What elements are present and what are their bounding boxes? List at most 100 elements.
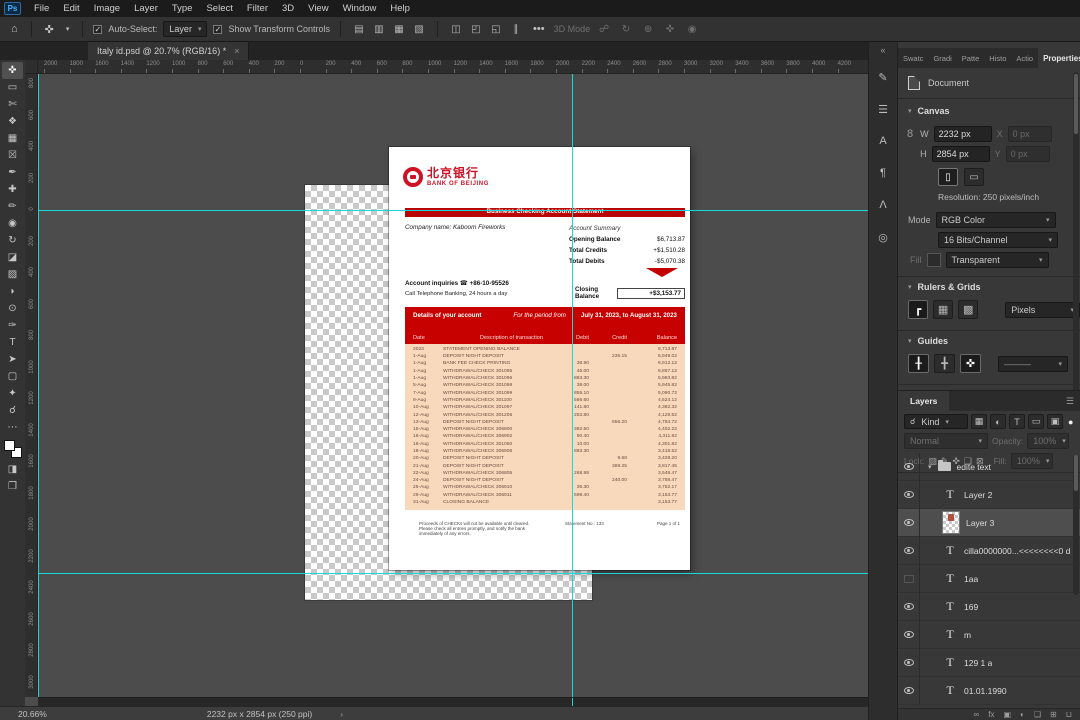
3d-pan-icon[interactable]: ⊕ bbox=[640, 24, 656, 35]
menu-item[interactable]: 3D bbox=[275, 0, 301, 17]
guide-vertical-right[interactable] bbox=[572, 74, 573, 697]
guide-horizontal-top[interactable] bbox=[38, 210, 868, 211]
layer-thumbnail[interactable] bbox=[942, 511, 960, 534]
tool-preset-caret-icon[interactable]: ▾ bbox=[63, 25, 73, 33]
filter-shape-layers-icon[interactable]: ▭ bbox=[1028, 414, 1044, 429]
distribute-bottom-edges-icon[interactable]: ◱ bbox=[488, 24, 504, 35]
3d-roll-icon[interactable]: ↻ bbox=[618, 24, 634, 35]
layer-filter-dropdown[interactable]: ☌ Kind ▾ bbox=[904, 414, 968, 429]
crop-tool[interactable]: ▦ bbox=[2, 130, 23, 147]
layer-row[interactable]: ▾ edite text bbox=[898, 453, 1080, 481]
layer-row[interactable]: Layer 3 bbox=[898, 508, 1080, 537]
clear-guides-icon[interactable]: ✜ bbox=[960, 354, 981, 373]
menu-item[interactable]: View bbox=[301, 0, 335, 17]
collapsed-panel-character-icon[interactable]: A bbox=[872, 131, 894, 151]
layer-row[interactable]: T 129 1 a bbox=[898, 648, 1080, 677]
guide-vertical-left[interactable] bbox=[38, 74, 39, 697]
document-viewport[interactable]: 北京银行 BANK OF BEIJING Business Checking A… bbox=[38, 74, 868, 697]
guides-section-header[interactable]: ▾ Guides bbox=[898, 336, 1080, 346]
panel-tab-properties[interactable]: Properties bbox=[1038, 48, 1080, 68]
lock-guides-icon[interactable]: ╋ bbox=[934, 354, 955, 373]
portrait-orientation-button[interactable]: ▯ bbox=[938, 168, 958, 186]
eye-icon[interactable] bbox=[903, 463, 914, 470]
foreground-background-swatches[interactable] bbox=[3, 440, 22, 458]
canvas-width-field[interactable] bbox=[933, 126, 992, 142]
pen-tool[interactable]: ✑ bbox=[2, 317, 23, 334]
move-tool-icon[interactable]: ✜ bbox=[42, 23, 57, 36]
fill-swatch[interactable] bbox=[926, 253, 941, 267]
menu-item[interactable]: Window bbox=[336, 0, 384, 17]
menu-item[interactable]: Image bbox=[87, 0, 127, 17]
color-mode-dropdown[interactable]: RGB Color ▾ bbox=[935, 212, 1056, 228]
object-selection-tool[interactable]: ❖ bbox=[2, 113, 23, 130]
3d-orbit-icon[interactable]: ☍ bbox=[596, 24, 612, 35]
link-layers-icon[interactable]: ∞ bbox=[974, 710, 980, 719]
layer-name[interactable]: 129 1 a bbox=[964, 658, 992, 668]
type-tool[interactable]: T bbox=[2, 334, 23, 351]
layer-row[interactable]: Tcilla0000000...<<<<<<<<0 d bbox=[898, 536, 1080, 565]
layer-visibility-toggle[interactable] bbox=[898, 564, 920, 593]
layer-name[interactable]: 01.01.1990 bbox=[964, 686, 1007, 696]
ruler-toggle-icon[interactable]: ┏ bbox=[908, 300, 929, 319]
layer-visibility-toggle[interactable] bbox=[898, 676, 920, 705]
auto-select-checkbox[interactable]: ✓ bbox=[93, 24, 103, 34]
gradient-tool[interactable]: ▨ bbox=[2, 266, 23, 283]
blur-tool[interactable]: ◗ bbox=[2, 283, 23, 300]
filter-smart-objects-icon[interactable]: ▣ bbox=[1047, 414, 1063, 429]
quick-mask-icon[interactable]: ◨ bbox=[2, 461, 23, 478]
layer-name[interactable]: cilla0000000...<<<<<<<<0 d bbox=[964, 546, 1070, 556]
menu-item[interactable]: Type bbox=[165, 0, 200, 17]
canvas-height-field[interactable] bbox=[931, 146, 990, 162]
layer-effects-icon[interactable]: fx bbox=[988, 710, 994, 719]
layer-row[interactable]: T 01.01.1990 bbox=[898, 676, 1080, 705]
layer-visibility-toggle[interactable] bbox=[898, 620, 920, 649]
properties-scrollbar[interactable] bbox=[1073, 72, 1079, 408]
eraser-tool[interactable]: ◪ bbox=[2, 249, 23, 266]
new-layer-icon[interactable]: ⊞ bbox=[1050, 710, 1057, 719]
healing-brush-tool[interactable]: ✚ bbox=[2, 181, 23, 198]
eyedropper-tool[interactable]: ✒ bbox=[2, 164, 23, 181]
delete-layer-icon[interactable]: ⊔ bbox=[1066, 710, 1072, 719]
layer-row[interactable]: T 169 bbox=[898, 592, 1080, 621]
menu-item[interactable]: Edit bbox=[56, 0, 86, 17]
lasso-tool[interactable]: ✄ bbox=[2, 96, 23, 113]
vertical-ruler[interactable]: 800 600 400 200 0 200 400 600 800 1000 1200 1400 160… bbox=[25, 74, 38, 697]
menu-item[interactable]: Help bbox=[383, 0, 417, 17]
adjustment-layer-icon[interactable]: ◐ bbox=[1020, 710, 1025, 719]
filter-adjustment-layers-icon[interactable]: ◐ bbox=[990, 414, 1006, 429]
path-select-tool[interactable]: ➤ bbox=[2, 351, 23, 368]
document-tab[interactable]: Italy id.psd @ 20.7% (RGB/16) * × bbox=[88, 42, 250, 60]
layer-row[interactable]: T 1aa bbox=[898, 564, 1080, 593]
layer-name[interactable]: Layer 3 bbox=[966, 518, 994, 528]
units-dropdown[interactable]: Pixels ▾ bbox=[1005, 301, 1080, 318]
horizontal-scrollbar[interactable] bbox=[38, 697, 868, 706]
dodge-tool[interactable]: ⊙ bbox=[2, 300, 23, 317]
collapsed-panel-glyphs-icon[interactable]: Λ bbox=[872, 195, 894, 215]
layer-name[interactable]: 169 bbox=[964, 602, 978, 612]
layer-name[interactable]: edite text bbox=[957, 462, 992, 472]
guide-horizontal-bottom[interactable] bbox=[38, 573, 868, 574]
layer-mask-icon[interactable]: ▣ bbox=[1003, 710, 1011, 719]
foreground-color-swatch[interactable] bbox=[3, 440, 15, 451]
panel-tab-gradi[interactable]: Gradi bbox=[928, 48, 956, 68]
ruler-origin-corner[interactable] bbox=[25, 60, 38, 74]
screen-mode-icon[interactable]: ❐ bbox=[2, 478, 23, 495]
eye-icon[interactable] bbox=[903, 547, 914, 554]
layer-visibility-toggle[interactable] bbox=[898, 536, 920, 565]
panel-tab-swatc[interactable]: Swatc bbox=[898, 48, 928, 68]
guide-style-dropdown[interactable]: ——— ▾ bbox=[998, 355, 1068, 372]
eye-icon[interactable] bbox=[903, 659, 914, 666]
guides-toggle-icon[interactable]: ╂ bbox=[908, 354, 929, 373]
group-expand-icon[interactable]: ▾ bbox=[928, 463, 932, 471]
distribute-top-edges-icon[interactable]: ◫ bbox=[448, 24, 464, 35]
distribute-vertical-centers-icon[interactable]: ◰ bbox=[468, 24, 484, 35]
layer-visibility-toggle[interactable] bbox=[898, 592, 920, 621]
pixel-grid-toggle-icon[interactable]: ▩ bbox=[958, 300, 979, 319]
collapsed-panel-libraries-icon[interactable]: ◎ bbox=[872, 227, 894, 247]
layer-row[interactable]: T Layer 2 bbox=[898, 480, 1080, 509]
menu-item[interactable]: Layer bbox=[127, 0, 165, 17]
panel-tab-histo[interactable]: Histo bbox=[984, 48, 1011, 68]
menu-item[interactable]: Select bbox=[199, 0, 239, 17]
menu-item[interactable]: Filter bbox=[240, 0, 275, 17]
align-right-edges-icon[interactable]: ▦ bbox=[391, 24, 407, 35]
